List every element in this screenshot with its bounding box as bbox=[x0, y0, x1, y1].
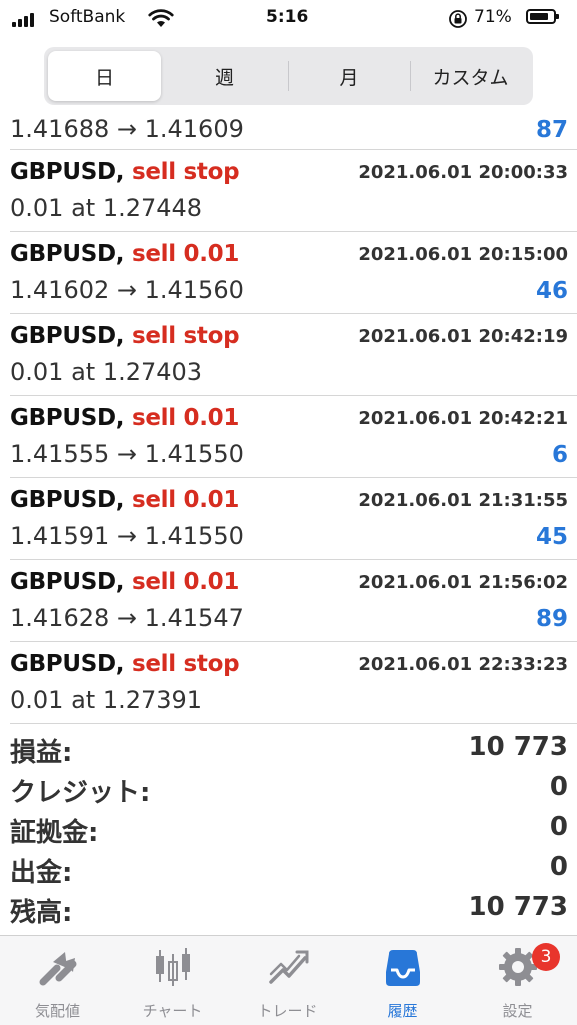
status-bar: SoftBank 5:16 71% bbox=[0, 0, 577, 38]
summary-profit: 損益: 10 773 bbox=[0, 728, 577, 768]
symbol-name: GBPUSD, bbox=[10, 569, 125, 595]
deal-title: GBPUSD, sell 0.01 bbox=[10, 241, 239, 267]
quotes-icon bbox=[39, 952, 77, 986]
deal-time: 2021.06.01 22:33:23 bbox=[358, 654, 568, 675]
symbol-name: GBPUSD, bbox=[10, 159, 125, 185]
profit-value: 6 bbox=[551, 442, 568, 468]
summary-label: クレジット: bbox=[10, 778, 151, 808]
orientation-lock-icon bbox=[448, 9, 468, 33]
history-row[interactable]: GBPUSD, sell 0.01 2021.06.01 21:31:55 1.… bbox=[10, 478, 577, 560]
deal-title: GBPUSD, sell stop bbox=[10, 323, 240, 349]
profit-value: 45 bbox=[535, 524, 568, 550]
price-change: 1.41602 → 1.41560 bbox=[10, 276, 244, 304]
summary-label: 出金: bbox=[10, 858, 73, 888]
tab-label: 設定 bbox=[502, 1002, 533, 1020]
trade-icon bbox=[269, 950, 309, 984]
deal-time: 2021.06.01 20:42:19 bbox=[358, 326, 568, 347]
segment-divider bbox=[288, 61, 289, 91]
symbol-name: GBPUSD, bbox=[10, 651, 125, 677]
symbol-name: GBPUSD, bbox=[10, 323, 125, 349]
symbol-name: GBPUSD, bbox=[10, 241, 125, 267]
price-change: 1.41591 → 1.41550 bbox=[10, 522, 244, 550]
summary-balance: 残高: 10 773 bbox=[0, 888, 577, 928]
summary-value: 10 773 bbox=[468, 892, 568, 922]
bottom-tab-bar: 気配値 チャート トレード 履歴 設定 bbox=[0, 935, 577, 1025]
account-summary: 損益: 10 773 クレジット: 0 証拠金: 0 出金: 0 残高: 10 … bbox=[0, 728, 577, 928]
order-price: 0.01 at 1.27403 bbox=[10, 358, 203, 386]
history-row[interactable]: GBPUSD, sell stop 2021.06.01 22:33:23 0.… bbox=[10, 642, 577, 724]
deal-action: sell 0.01 bbox=[131, 487, 240, 513]
summary-deposit: 証拠金: 0 bbox=[0, 808, 577, 848]
deal-title: GBPUSD, sell stop bbox=[10, 651, 240, 677]
tab-label: 履歴 bbox=[387, 1002, 418, 1020]
deal-time: 2021.06.01 21:56:02 bbox=[358, 572, 568, 593]
summary-label: 損益: bbox=[10, 738, 73, 768]
tab-month[interactable]: 月 bbox=[290, 51, 408, 101]
symbol-name: GBPUSD, bbox=[10, 487, 125, 513]
tab-label: 気配値 bbox=[34, 1002, 80, 1020]
tab-trade[interactable]: トレード bbox=[230, 936, 345, 1025]
settings-notification-badge: 3 bbox=[532, 943, 560, 971]
history-row[interactable]: GBPUSD, sell 0.01 2021.06.01 20:42:21 1.… bbox=[10, 396, 577, 478]
deal-action: sell 0.01 bbox=[131, 569, 240, 595]
deal-title: GBPUSD, sell 0.01 bbox=[10, 569, 239, 595]
deal-title: GBPUSD, sell stop bbox=[10, 159, 240, 185]
tab-quotes[interactable]: 気配値 bbox=[0, 936, 115, 1025]
deal-action: sell 0.01 bbox=[131, 405, 240, 431]
wifi-icon bbox=[148, 9, 174, 32]
tab-label: トレード bbox=[257, 1002, 318, 1020]
symbol-name: GBPUSD, bbox=[10, 405, 125, 431]
profit-value: 46 bbox=[535, 278, 568, 304]
price-change: 1.41555 → 1.41550 bbox=[10, 440, 244, 468]
battery-percentage: 71% bbox=[474, 7, 512, 27]
summary-value: 0 bbox=[549, 772, 568, 802]
history-row[interactable]: GBPUSD, sell stop 2021.06.01 20:42:19 0.… bbox=[10, 314, 577, 396]
summary-withdrawal: 出金: 0 bbox=[0, 848, 577, 888]
deal-action: sell stop bbox=[131, 323, 240, 349]
price-change: 1.41628 → 1.41547 bbox=[10, 604, 244, 632]
battery-icon bbox=[526, 9, 559, 24]
history-list[interactable]: 1.41688 → 1.41609 87 GBPUSD, sell stop 2… bbox=[0, 115, 577, 724]
order-price: 0.01 at 1.27391 bbox=[10, 686, 203, 714]
cellular-signal-icon bbox=[12, 11, 34, 27]
history-row[interactable]: GBPUSD, sell 0.01 2021.06.01 21:56:02 1.… bbox=[10, 560, 577, 642]
deal-time: 2021.06.01 20:00:33 bbox=[358, 162, 568, 183]
tab-history[interactable]: 履歴 bbox=[345, 936, 460, 1025]
deal-action: sell 0.01 bbox=[131, 241, 240, 267]
deal-time: 2021.06.01 20:15:00 bbox=[358, 244, 568, 265]
price-change: 1.41688 → 1.41609 bbox=[10, 115, 244, 143]
history-row[interactable]: GBPUSD, sell stop 2021.06.01 20:00:33 0.… bbox=[10, 150, 577, 232]
deal-time: 2021.06.01 21:31:55 bbox=[358, 490, 568, 511]
tab-custom[interactable]: カスタム bbox=[412, 51, 529, 101]
clock: 5:16 bbox=[266, 7, 309, 27]
carrier-name: SoftBank bbox=[49, 7, 126, 27]
chart-icon bbox=[156, 948, 190, 986]
summary-value: 0 bbox=[549, 852, 568, 882]
segment-divider bbox=[410, 61, 411, 91]
summary-credit: クレジット: 0 bbox=[0, 768, 577, 808]
history-row[interactable]: 1.41688 → 1.41609 87 bbox=[10, 115, 577, 150]
profit-value: 87 bbox=[535, 117, 568, 143]
history-icon bbox=[386, 950, 420, 986]
deal-title: GBPUSD, sell 0.01 bbox=[10, 405, 239, 431]
deal-time: 2021.06.01 20:42:21 bbox=[358, 408, 568, 429]
deal-title: GBPUSD, sell 0.01 bbox=[10, 487, 239, 513]
summary-value: 0 bbox=[549, 812, 568, 842]
summary-label: 残高: bbox=[10, 898, 73, 928]
history-row[interactable]: GBPUSD, sell 0.01 2021.06.01 20:15:00 1.… bbox=[10, 232, 577, 314]
summary-label: 証拠金: bbox=[10, 818, 99, 848]
deal-action: sell stop bbox=[131, 159, 240, 185]
deal-action: sell stop bbox=[131, 651, 240, 677]
tab-chart[interactable]: チャート bbox=[115, 936, 230, 1025]
period-segmented-control: 日 週 月 カスタム bbox=[44, 47, 533, 105]
tab-day[interactable]: 日 bbox=[48, 51, 161, 101]
profit-value: 89 bbox=[535, 606, 568, 632]
tab-week[interactable]: 週 bbox=[166, 51, 283, 101]
summary-value: 10 773 bbox=[468, 732, 568, 762]
order-price: 0.01 at 1.27448 bbox=[10, 194, 203, 222]
tab-label: チャート bbox=[142, 1002, 203, 1020]
